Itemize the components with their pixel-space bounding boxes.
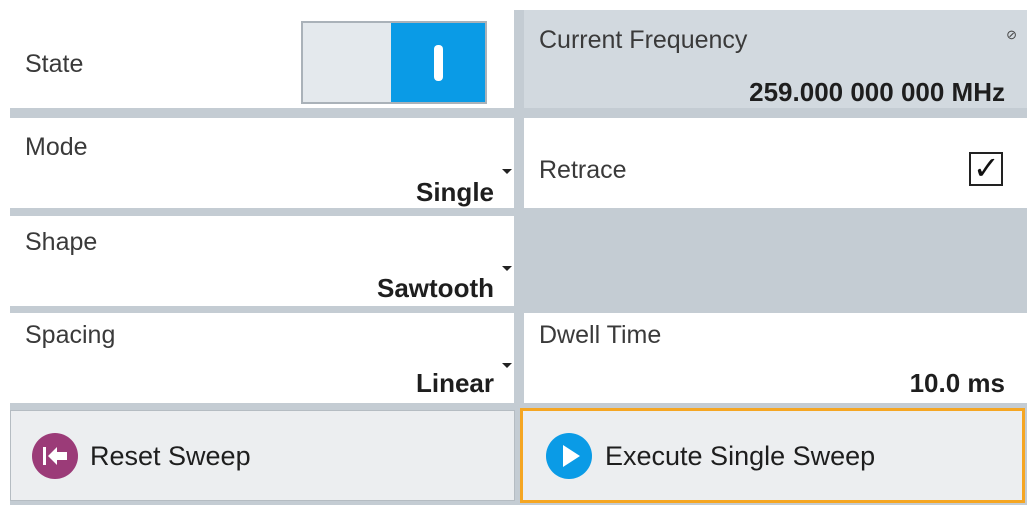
dwell-time-field[interactable]: Dwell Time 10.0 ms	[524, 313, 1027, 403]
check-icon: ✓	[973, 149, 1000, 187]
state-toggle[interactable]	[301, 21, 487, 104]
reset-sweep-button[interactable]: Reset Sweep	[10, 410, 515, 501]
current-frequency-value: 259.000 000 000 MHz	[749, 77, 1005, 107]
mode-select[interactable]: Mode Single	[10, 118, 514, 208]
chevron-down-icon	[502, 169, 512, 174]
shape-select[interactable]: Shape Sawtooth	[10, 216, 514, 306]
current-frequency-label: Current Frequency	[539, 26, 748, 54]
spacing-value: Linear	[415, 368, 494, 398]
sweep-panel: State Current Frequency ⊘ 259.000 000 00…	[10, 10, 1027, 505]
disabled-icon: ⊘	[1006, 27, 1017, 42]
chevron-down-icon	[502, 266, 512, 271]
dwell-time-label: Dwell Time	[539, 321, 662, 349]
mode-label: Mode	[25, 133, 88, 161]
state-cell: State	[10, 10, 514, 108]
state-label: State	[25, 50, 84, 78]
mode-value: Single	[415, 177, 494, 207]
dwell-time-value: 10.0 ms	[909, 368, 1005, 398]
chevron-down-icon	[502, 363, 512, 368]
current-frequency-cell: Current Frequency ⊘ 259.000 000 000 MHz	[524, 10, 1027, 108]
spacing-label: Spacing	[25, 321, 116, 349]
toggle-on-icon	[434, 45, 443, 81]
retrace-cell: Retrace ✓	[524, 118, 1027, 208]
shape-value: Sawtooth	[377, 273, 494, 303]
reset-sweep-label: Reset Sweep	[90, 441, 251, 471]
execute-single-sweep-label: Execute Single Sweep	[605, 441, 876, 471]
retrace-label: Retrace	[539, 156, 627, 184]
retrace-checkbox[interactable]: ✓	[969, 149, 1003, 187]
play-icon	[546, 433, 592, 479]
spacing-select[interactable]: Spacing Linear	[10, 313, 514, 403]
shape-label: Shape	[25, 228, 98, 256]
toggle-on-indicator	[391, 23, 485, 102]
execute-single-sweep-button[interactable]: Execute Single Sweep	[520, 408, 1025, 503]
reset-arrow-icon	[32, 433, 78, 479]
